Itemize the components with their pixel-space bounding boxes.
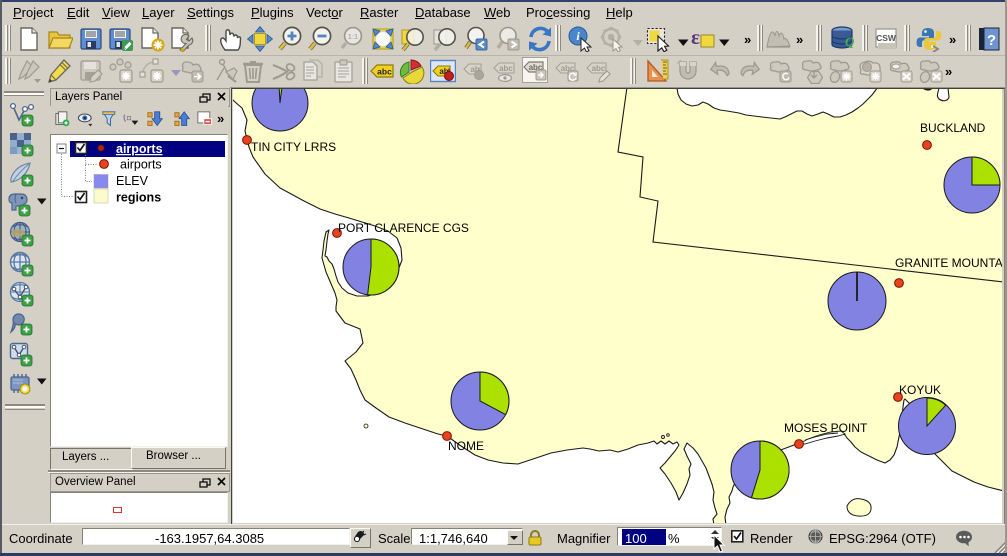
svg-text:ε: ε (691, 26, 700, 49)
svg-text:GRANITE MOUNTAIN: GRANITE MOUNTAIN (895, 256, 1002, 270)
svg-text:airports: airports (116, 142, 163, 156)
svg-text:BUCKLAND: BUCKLAND (920, 121, 986, 135)
svg-text:airports: airports (120, 158, 162, 172)
svg-text:?: ? (987, 32, 996, 49)
svg-text:»: » (217, 111, 224, 126)
svg-text:PORT CLARENCE CGS: PORT CLARENCE CGS (338, 221, 469, 235)
svg-text:regions: regions (116, 191, 161, 205)
svg-text:KOYUK: KOYUK (899, 383, 941, 397)
svg-text:abc: abc (377, 67, 392, 77)
svg-text:Q: Q (845, 34, 855, 49)
svg-text:ELEV: ELEV (116, 174, 149, 188)
svg-text:MOSES POINT: MOSES POINT (784, 421, 868, 435)
svg-text:abc: abc (499, 64, 513, 73)
svg-text:CSW: CSW (876, 33, 897, 43)
svg-text:TIN CITY LRRS: TIN CITY LRRS (251, 140, 336, 154)
svg-text:abc: abc (592, 64, 606, 73)
svg-text:NOME: NOME (448, 439, 484, 453)
svg-text:1:1: 1:1 (348, 32, 358, 41)
